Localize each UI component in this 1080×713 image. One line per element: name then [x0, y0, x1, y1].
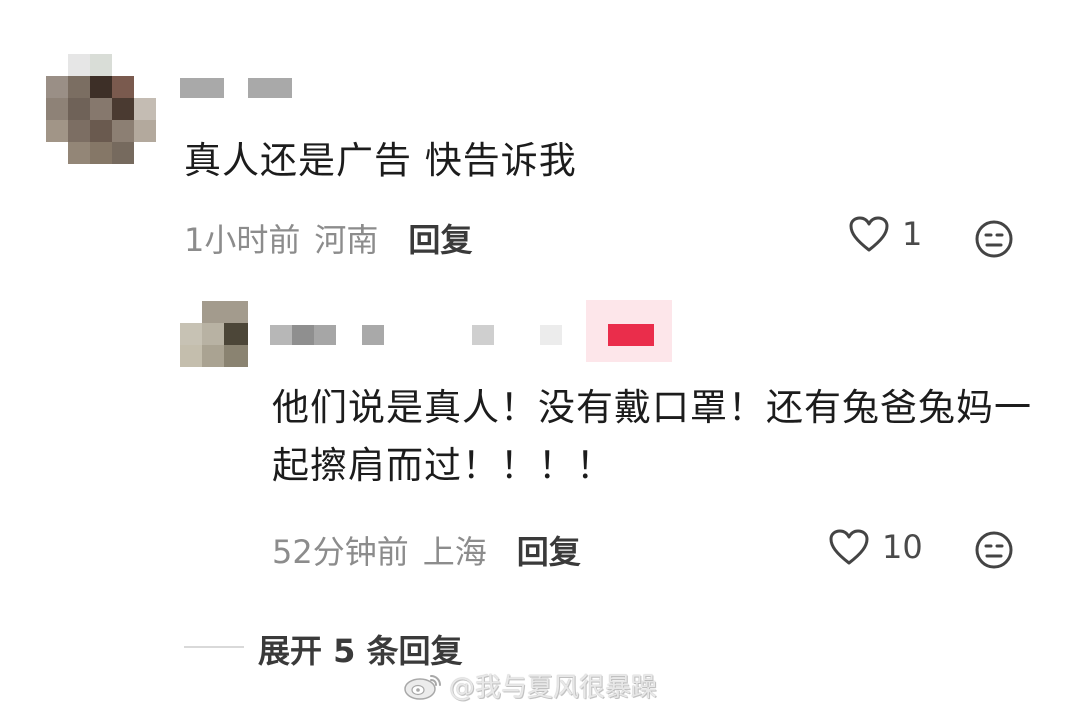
reply-location: 上海 [422, 533, 487, 571]
dislike-button[interactable] [974, 219, 1014, 263]
reply-like-button[interactable]: 10 [828, 528, 923, 566]
reply-reply-button[interactable]: 回复 [517, 527, 581, 573]
meh-face-icon [975, 220, 1013, 258]
watermark: @我与夏风很暴躁 [403, 667, 657, 704]
watermark-text: @我与夏风很暴躁 [449, 673, 658, 703]
user-badge [608, 324, 654, 346]
heart-icon [849, 216, 889, 252]
meh-face-icon [975, 531, 1013, 569]
comment-time: 1小时前 [184, 221, 301, 259]
heart-icon [829, 529, 869, 565]
comment-text: 真人还是广告 快告诉我 [184, 139, 577, 182]
reply-meta: 52分钟前 上海 回复 [272, 527, 581, 573]
reply-like-count: 10 [882, 528, 923, 566]
weibo-logo-icon [404, 674, 441, 700]
expand-replies-button[interactable]: 展开 5 条回复 [258, 626, 463, 672]
avatar[interactable] [46, 54, 158, 166]
reply-avatar[interactable] [180, 301, 248, 368]
like-button[interactable]: 1 [848, 215, 922, 253]
reply-dislike-button[interactable] [974, 530, 1014, 574]
reply-text: 他们说是真人！没有戴口罩！还有兔爸兔妈一起擦肩而过！！！！ [272, 386, 1032, 487]
reply-time: 52分钟前 [272, 533, 409, 571]
expand-divider [184, 646, 244, 648]
like-count: 1 [902, 215, 923, 253]
comment-meta: 1小时前 河南 回复 [184, 215, 472, 261]
reply-button[interactable]: 回复 [408, 215, 472, 261]
comment-location: 河南 [314, 221, 379, 259]
